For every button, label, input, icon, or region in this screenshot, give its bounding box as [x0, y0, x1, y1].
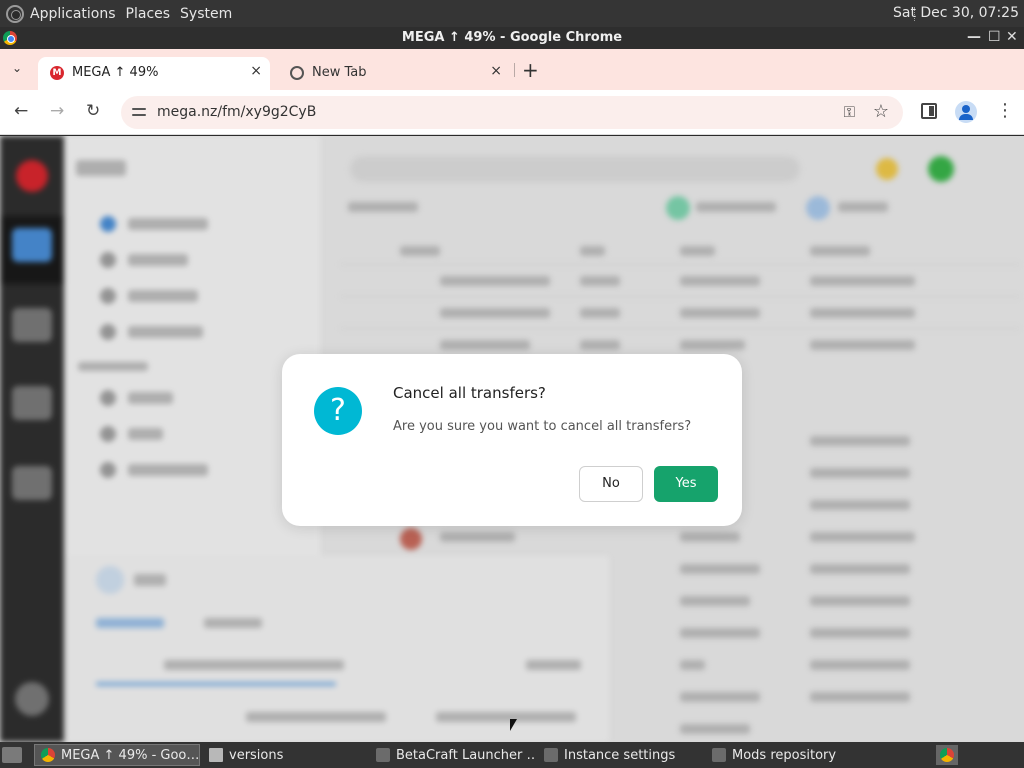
close-window-button[interactable]: ✕ [1006, 29, 1018, 45]
tab-label: MEGA ↑ 49% [72, 65, 159, 80]
site-settings-icon[interactable] [132, 105, 146, 119]
menu-places[interactable]: Places [126, 6, 171, 22]
minimize-button[interactable]: — [967, 29, 981, 45]
system-top-panel: Applications Places System Sat Dec 30, 0… [0, 0, 1024, 27]
new-tab-button[interactable]: + [522, 58, 539, 82]
folder-icon [209, 748, 223, 762]
no-button[interactable]: No [579, 466, 643, 502]
chrome-favicon-icon [290, 66, 304, 80]
taskbar-item-label: Mods repository [732, 747, 837, 763]
betacraft-icon [376, 748, 390, 762]
cancel-transfers-dialog: ? Cancel all transfers? Are you sure you… [282, 354, 742, 526]
taskbar-item-label: versions [229, 747, 284, 763]
clock[interactable]: Sat Dec 30, 07:25 [893, 5, 1019, 21]
betacraft-icon [712, 748, 726, 762]
menu-system[interactable]: System [180, 6, 232, 22]
url-text[interactable]: mega.nz/fm/xy9g2CyB [157, 104, 316, 120]
mouse-cursor-icon [510, 719, 517, 731]
browser-toolbar: ← → ↻ mega.nz/fm/xy9g2CyB ⚿ ☆ ⋮ [0, 90, 1024, 135]
dialog-message: Are you sure you want to cancel all tran… [393, 419, 692, 434]
address-bar[interactable]: mega.nz/fm/xy9g2CyB ⚿ ☆ [121, 96, 903, 129]
tab-label: New Tab [312, 65, 367, 80]
taskbar-item-label: BetaCraft Launcher … [396, 747, 536, 763]
window-title: MEGA ↑ 49% - Google Chrome [401, 30, 623, 45]
side-panel-icon[interactable] [921, 103, 937, 119]
window-title-bar[interactable]: MEGA ↑ 49% - Google Chrome — ☐ ✕ [0, 27, 1024, 49]
back-button[interactable]: ← [14, 101, 28, 121]
taskbar-item-versions[interactable]: versions [203, 744, 369, 766]
close-tab-icon[interactable]: × [250, 63, 262, 79]
show-desktop-icon[interactable] [2, 747, 22, 763]
forward-button[interactable]: → [50, 101, 64, 121]
taskbar-item-mods-repository[interactable]: Mods repository [706, 744, 872, 766]
close-tab-icon[interactable]: × [490, 63, 502, 79]
taskbar-item-label: MEGA ↑ 49% - Goo… [61, 747, 200, 763]
more-menu-icon[interactable]: ⋮ [996, 100, 1014, 121]
taskbar-item-mega[interactable]: MEGA ↑ 49% - Goo… [34, 744, 200, 766]
bookmark-star-icon[interactable]: ☆ [873, 101, 889, 122]
tab-strip: ⌄ M MEGA ↑ 49% × New Tab × + [0, 49, 1024, 90]
tab-divider [514, 63, 515, 77]
menu-applications[interactable]: Applications [30, 6, 116, 22]
taskbar-item-betacraft-launcher[interactable]: BetaCraft Launcher … [370, 744, 536, 766]
distro-logo-icon[interactable] [6, 4, 24, 23]
yes-button[interactable]: Yes [654, 466, 718, 502]
mega-favicon-icon: M [50, 66, 64, 80]
reload-button[interactable]: ↻ [86, 101, 100, 121]
tab-mega[interactable]: M MEGA ↑ 49% × [38, 57, 270, 90]
betacraft-icon [544, 748, 558, 762]
taskbar-item-label: Instance settings [564, 747, 676, 763]
profile-avatar-icon[interactable] [955, 101, 977, 123]
maximize-button[interactable]: ☐ [988, 29, 1001, 45]
chrome-icon [41, 748, 55, 762]
tab-new-tab[interactable]: New Tab × [278, 57, 510, 90]
tray-chrome-icon[interactable] [936, 745, 958, 765]
taskbar: MEGA ↑ 49% - Goo… versions BetaCraft Lau… [0, 742, 1024, 768]
question-icon: ? [314, 387, 362, 435]
taskbar-item-instance-settings[interactable]: Instance settings [538, 744, 704, 766]
password-key-icon[interactable]: ⚿ [844, 103, 855, 121]
tab-search-chevron-down-icon[interactable]: ⌄ [12, 61, 22, 75]
dialog-title: Cancel all transfers? [393, 384, 546, 402]
mega-page: ? Cancel all transfers? Are you sure you… [0, 136, 1024, 742]
